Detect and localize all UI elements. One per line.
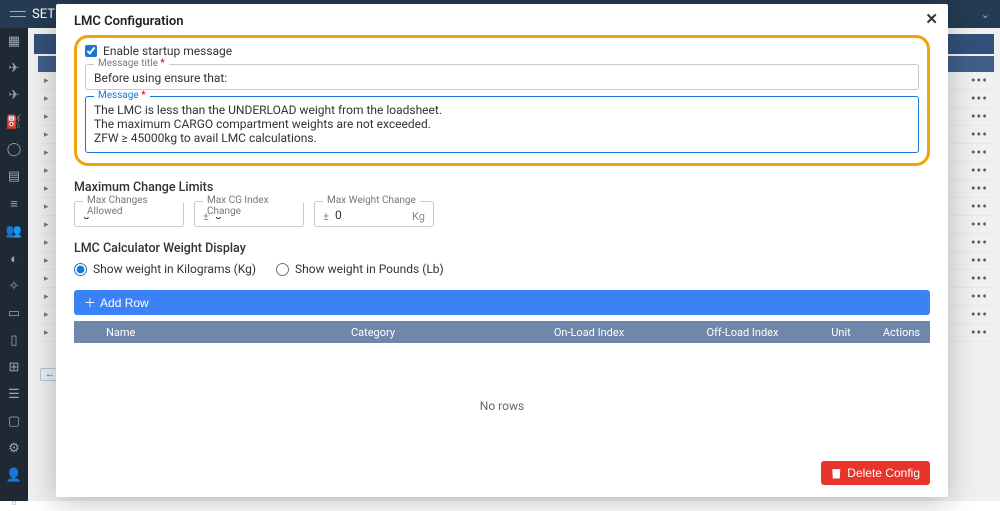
add-row-button[interactable]: ＋ Add Row — [74, 290, 930, 315]
app-title: SET — [32, 7, 55, 22]
col-onload: On-Load Index — [502, 326, 676, 339]
users-icon[interactable]: 👥 — [6, 224, 22, 239]
save-icon[interactable]: ▫ — [6, 495, 22, 511]
max-cg-field[interactable]: Max CG Index Change ± — [194, 201, 304, 227]
col-offload: Off-Load Index — [676, 326, 809, 339]
pin-icon[interactable]: ✧ — [6, 279, 22, 294]
field-label: Message * — [94, 90, 150, 101]
gauge-icon[interactable]: ◐ — [6, 251, 22, 267]
lmc-config-modal: ✕ LMC Configuration Enable startup messa… — [56, 4, 948, 497]
trash-icon — [831, 468, 841, 479]
chevron-down-icon[interactable]: ⌄ — [981, 8, 990, 21]
radio-kg[interactable]: Show weight in Kilograms (Kg) — [74, 262, 256, 276]
enable-startup-checkbox[interactable]: Enable startup message — [85, 44, 919, 58]
fuel-icon[interactable]: ⛽ — [6, 115, 22, 130]
calendar-icon[interactable]: ▤ — [6, 169, 22, 184]
gear-icon[interactable]: ⚙ — [6, 441, 22, 456]
clipboard-icon[interactable]: ▯ — [6, 333, 22, 348]
message-textarea[interactable] — [94, 103, 910, 145]
table-header: Name Category On-Load Index Off-Load Ind… — [74, 321, 930, 343]
plane-arr-icon[interactable]: ✈ — [6, 88, 22, 103]
modal-title: LMC Configuration — [74, 14, 930, 29]
col-actions: Actions — [873, 326, 930, 339]
logo-icon — [10, 8, 26, 20]
unit-label: Kg — [412, 210, 425, 223]
enable-startup-input[interactable] — [85, 45, 97, 57]
delete-config-button[interactable]: Delete Config — [821, 461, 930, 485]
monitor-icon[interactable]: ▢ — [6, 414, 22, 429]
plus-icon: ＋ — [84, 294, 96, 311]
card-icon[interactable]: ▭ — [6, 306, 22, 321]
globe-icon[interactable]: ◯ — [6, 142, 22, 157]
max-changes-field[interactable]: Max Changes Allowed — [74, 201, 184, 227]
display-heading: LMC Calculator Weight Display — [74, 241, 930, 256]
col-unit: Unit — [809, 326, 873, 339]
weight-display-radios: Show weight in Kilograms (Kg) Show weigh… — [74, 262, 930, 276]
message-title-input[interactable] — [94, 71, 910, 85]
startup-highlight: Enable startup message Message title * M… — [74, 35, 930, 166]
col-category: Category — [244, 326, 502, 339]
limits-row: Max Changes Allowed Max CG Index Change … — [74, 201, 930, 227]
message-field[interactable]: Message * — [85, 96, 919, 153]
stack-icon[interactable]: ☰ — [6, 387, 22, 402]
limits-heading: Maximum Change Limits — [74, 180, 930, 195]
grid-icon[interactable]: ▦ — [6, 34, 22, 49]
chart-icon[interactable]: ⊞ — [6, 360, 22, 375]
plane-dep-icon[interactable]: ✈ — [6, 61, 22, 76]
max-weight-field[interactable]: Max Weight Change ± Kg — [314, 201, 434, 227]
list-icon[interactable]: ≡ — [6, 196, 22, 212]
sidenav: ▦ ✈ ✈ ⛽ ◯ ▤ ≡ 👥 ◐ ✧ ▭ ▯ ⊞ ☰ ▢ ⚙ 👤 ▫ — [0, 28, 28, 501]
col-name: Name — [74, 326, 244, 339]
radio-lb[interactable]: Show weight in Pounds (Lb) — [276, 262, 444, 276]
max-weight-input[interactable] — [323, 208, 425, 222]
table-empty: No rows — [74, 343, 930, 469]
plus-minus-icon: ± — [323, 210, 329, 223]
close-icon[interactable]: ✕ — [925, 10, 938, 28]
plus-minus-icon: ± — [203, 210, 209, 223]
field-label: Message title * — [94, 58, 169, 69]
config-table: Name Category On-Load Index Off-Load Ind… — [74, 321, 930, 469]
message-title-field[interactable]: Message title * — [85, 64, 919, 90]
user-icon[interactable]: 👤 — [6, 468, 22, 483]
